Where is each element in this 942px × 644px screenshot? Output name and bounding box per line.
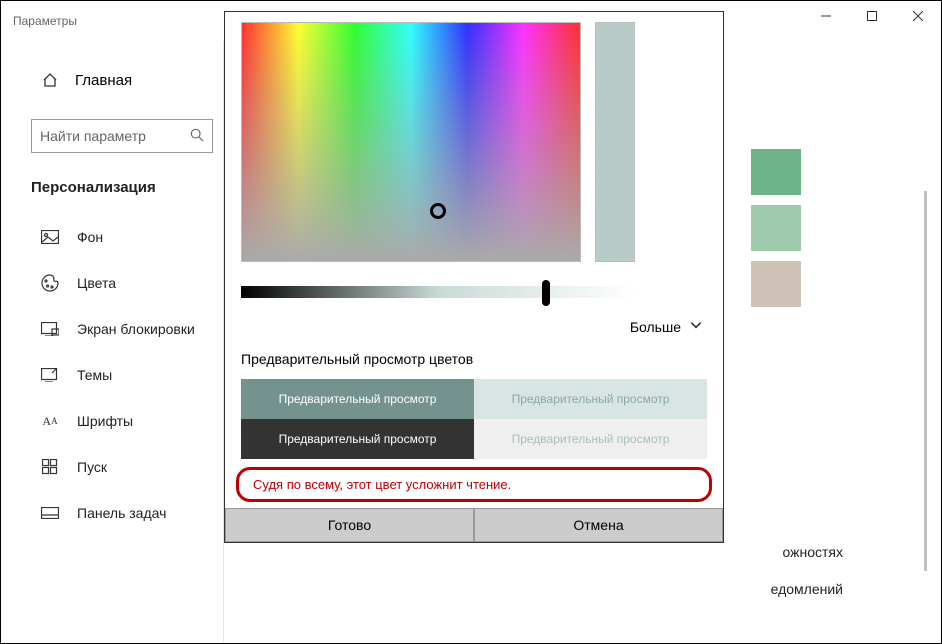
close-button[interactable] (895, 1, 941, 31)
sidebar-section-title: Персонализация (31, 179, 213, 196)
sidebar-item-themes[interactable]: Темы (31, 354, 223, 396)
sidebar-item-fonts[interactable]: AA Шрифты (31, 400, 223, 442)
sidebar-item-label: Пуск (77, 459, 107, 475)
accent-swatch[interactable] (751, 149, 801, 195)
start-icon (41, 458, 59, 476)
taskbar-icon (41, 504, 59, 522)
window-title: Параметры (13, 14, 77, 28)
palette-icon (41, 274, 59, 292)
preview-cell: Предварительный просмотр (474, 419, 707, 459)
sidebar-home-label: Главная (75, 72, 132, 89)
preview-title: Предварительный просмотр цветов (241, 351, 707, 367)
accent-swatch[interactable] (751, 205, 801, 251)
lockscreen-icon (41, 320, 59, 338)
picture-icon (41, 228, 59, 246)
sidebar-home[interactable]: Главная (31, 61, 223, 99)
home-icon (41, 71, 59, 89)
maximize-button[interactable] (849, 1, 895, 31)
value-slider[interactable] (241, 280, 637, 304)
sidebar-item-label: Цвета (77, 275, 116, 291)
sidebar-item-label: Темы (77, 367, 112, 383)
sidebar-item-start[interactable]: Пуск (31, 446, 223, 488)
scrollbar[interactable] (924, 191, 927, 571)
window-controls (803, 1, 941, 31)
sidebar-item-label: Панель задач (77, 505, 166, 521)
sidebar-item-colors[interactable]: Цвета (31, 262, 223, 304)
cancel-button[interactable]: Отмена (474, 508, 723, 542)
more-label: Больше (630, 319, 681, 335)
sidebar-item-background[interactable]: Фон (31, 216, 223, 258)
search-input[interactable]: Найти параметр (31, 119, 213, 153)
color-field[interactable] (241, 22, 581, 262)
ok-button[interactable]: Готово (225, 508, 474, 542)
search-placeholder: Найти параметр (40, 128, 146, 144)
content-area: ожностях едомлений Больше Предварительны… (224, 41, 941, 643)
color-picker-dialog: Больше Предварительный просмотр цветов П… (224, 11, 724, 543)
readability-warning: Судя по всему, этот цвет усложнит чтение… (236, 467, 712, 502)
sidebar-item-label: Шрифты (77, 413, 133, 429)
current-color-swatch (595, 22, 635, 262)
preview-cell: Предварительный просмотр (474, 379, 707, 419)
sidebar-item-label: Экран блокировки (77, 321, 195, 337)
preview-cell: Предварительный просмотр (241, 379, 474, 419)
fonts-icon: AA (41, 412, 59, 430)
sidebar-item-lockscreen[interactable]: Экран блокировки (31, 308, 223, 350)
preview-grid: Предварительный просмотр Предварительный… (241, 379, 707, 459)
color-crosshair[interactable] (430, 203, 446, 219)
partial-text: едомлений (771, 581, 843, 597)
preview-cell: Предварительный просмотр (241, 419, 474, 459)
slider-thumb[interactable] (542, 280, 550, 306)
sidebar: Главная Найти параметр Персонализация Фо… (1, 41, 224, 643)
minimize-button[interactable] (803, 1, 849, 31)
themes-icon (41, 366, 59, 384)
chevron-down-icon (689, 318, 703, 335)
partial-text: ожностях (782, 544, 843, 560)
more-toggle[interactable]: Больше (241, 318, 703, 335)
sidebar-item-label: Фон (77, 229, 103, 245)
sidebar-item-taskbar[interactable]: Панель задач (31, 492, 223, 534)
accent-swatch[interactable] (751, 261, 801, 307)
search-icon (190, 128, 204, 145)
